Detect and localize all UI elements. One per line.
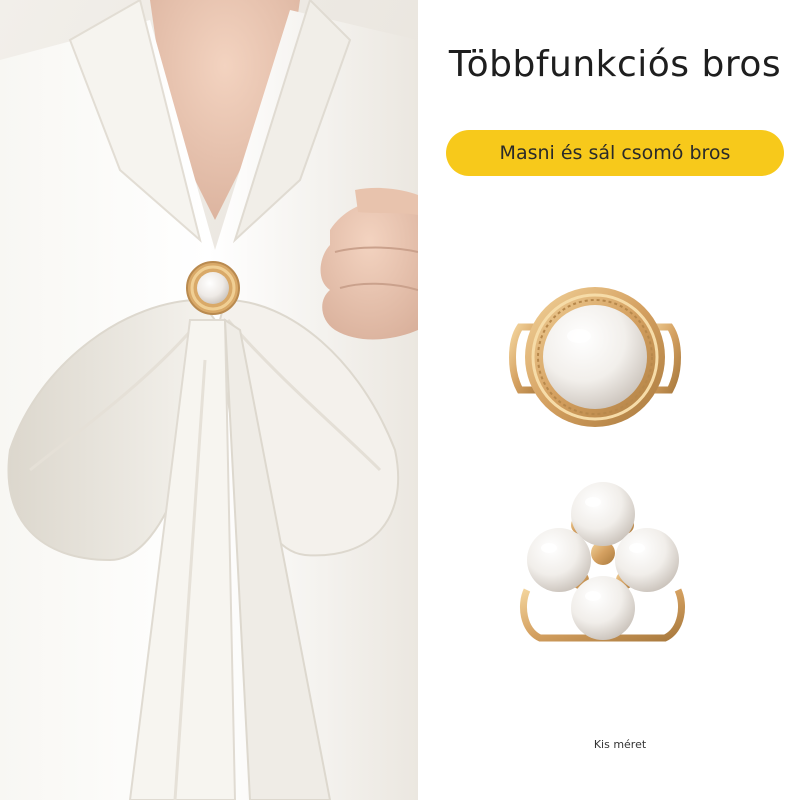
four-pearl-brooch xyxy=(515,480,690,655)
four-pearl-brooch-icon xyxy=(520,482,685,642)
feature-badge: Masni és sál csomó bros xyxy=(446,130,784,176)
single-pearl-brooch xyxy=(505,272,685,442)
size-caption: Kis méret xyxy=(593,738,647,751)
model-photo xyxy=(0,0,418,800)
page-title: Többfunkciós bros xyxy=(448,44,782,85)
single-pearl-brooch-icon xyxy=(509,287,681,427)
model-photo-icon xyxy=(0,0,418,800)
feature-badge-label: Masni és sál csomó bros xyxy=(499,142,731,164)
